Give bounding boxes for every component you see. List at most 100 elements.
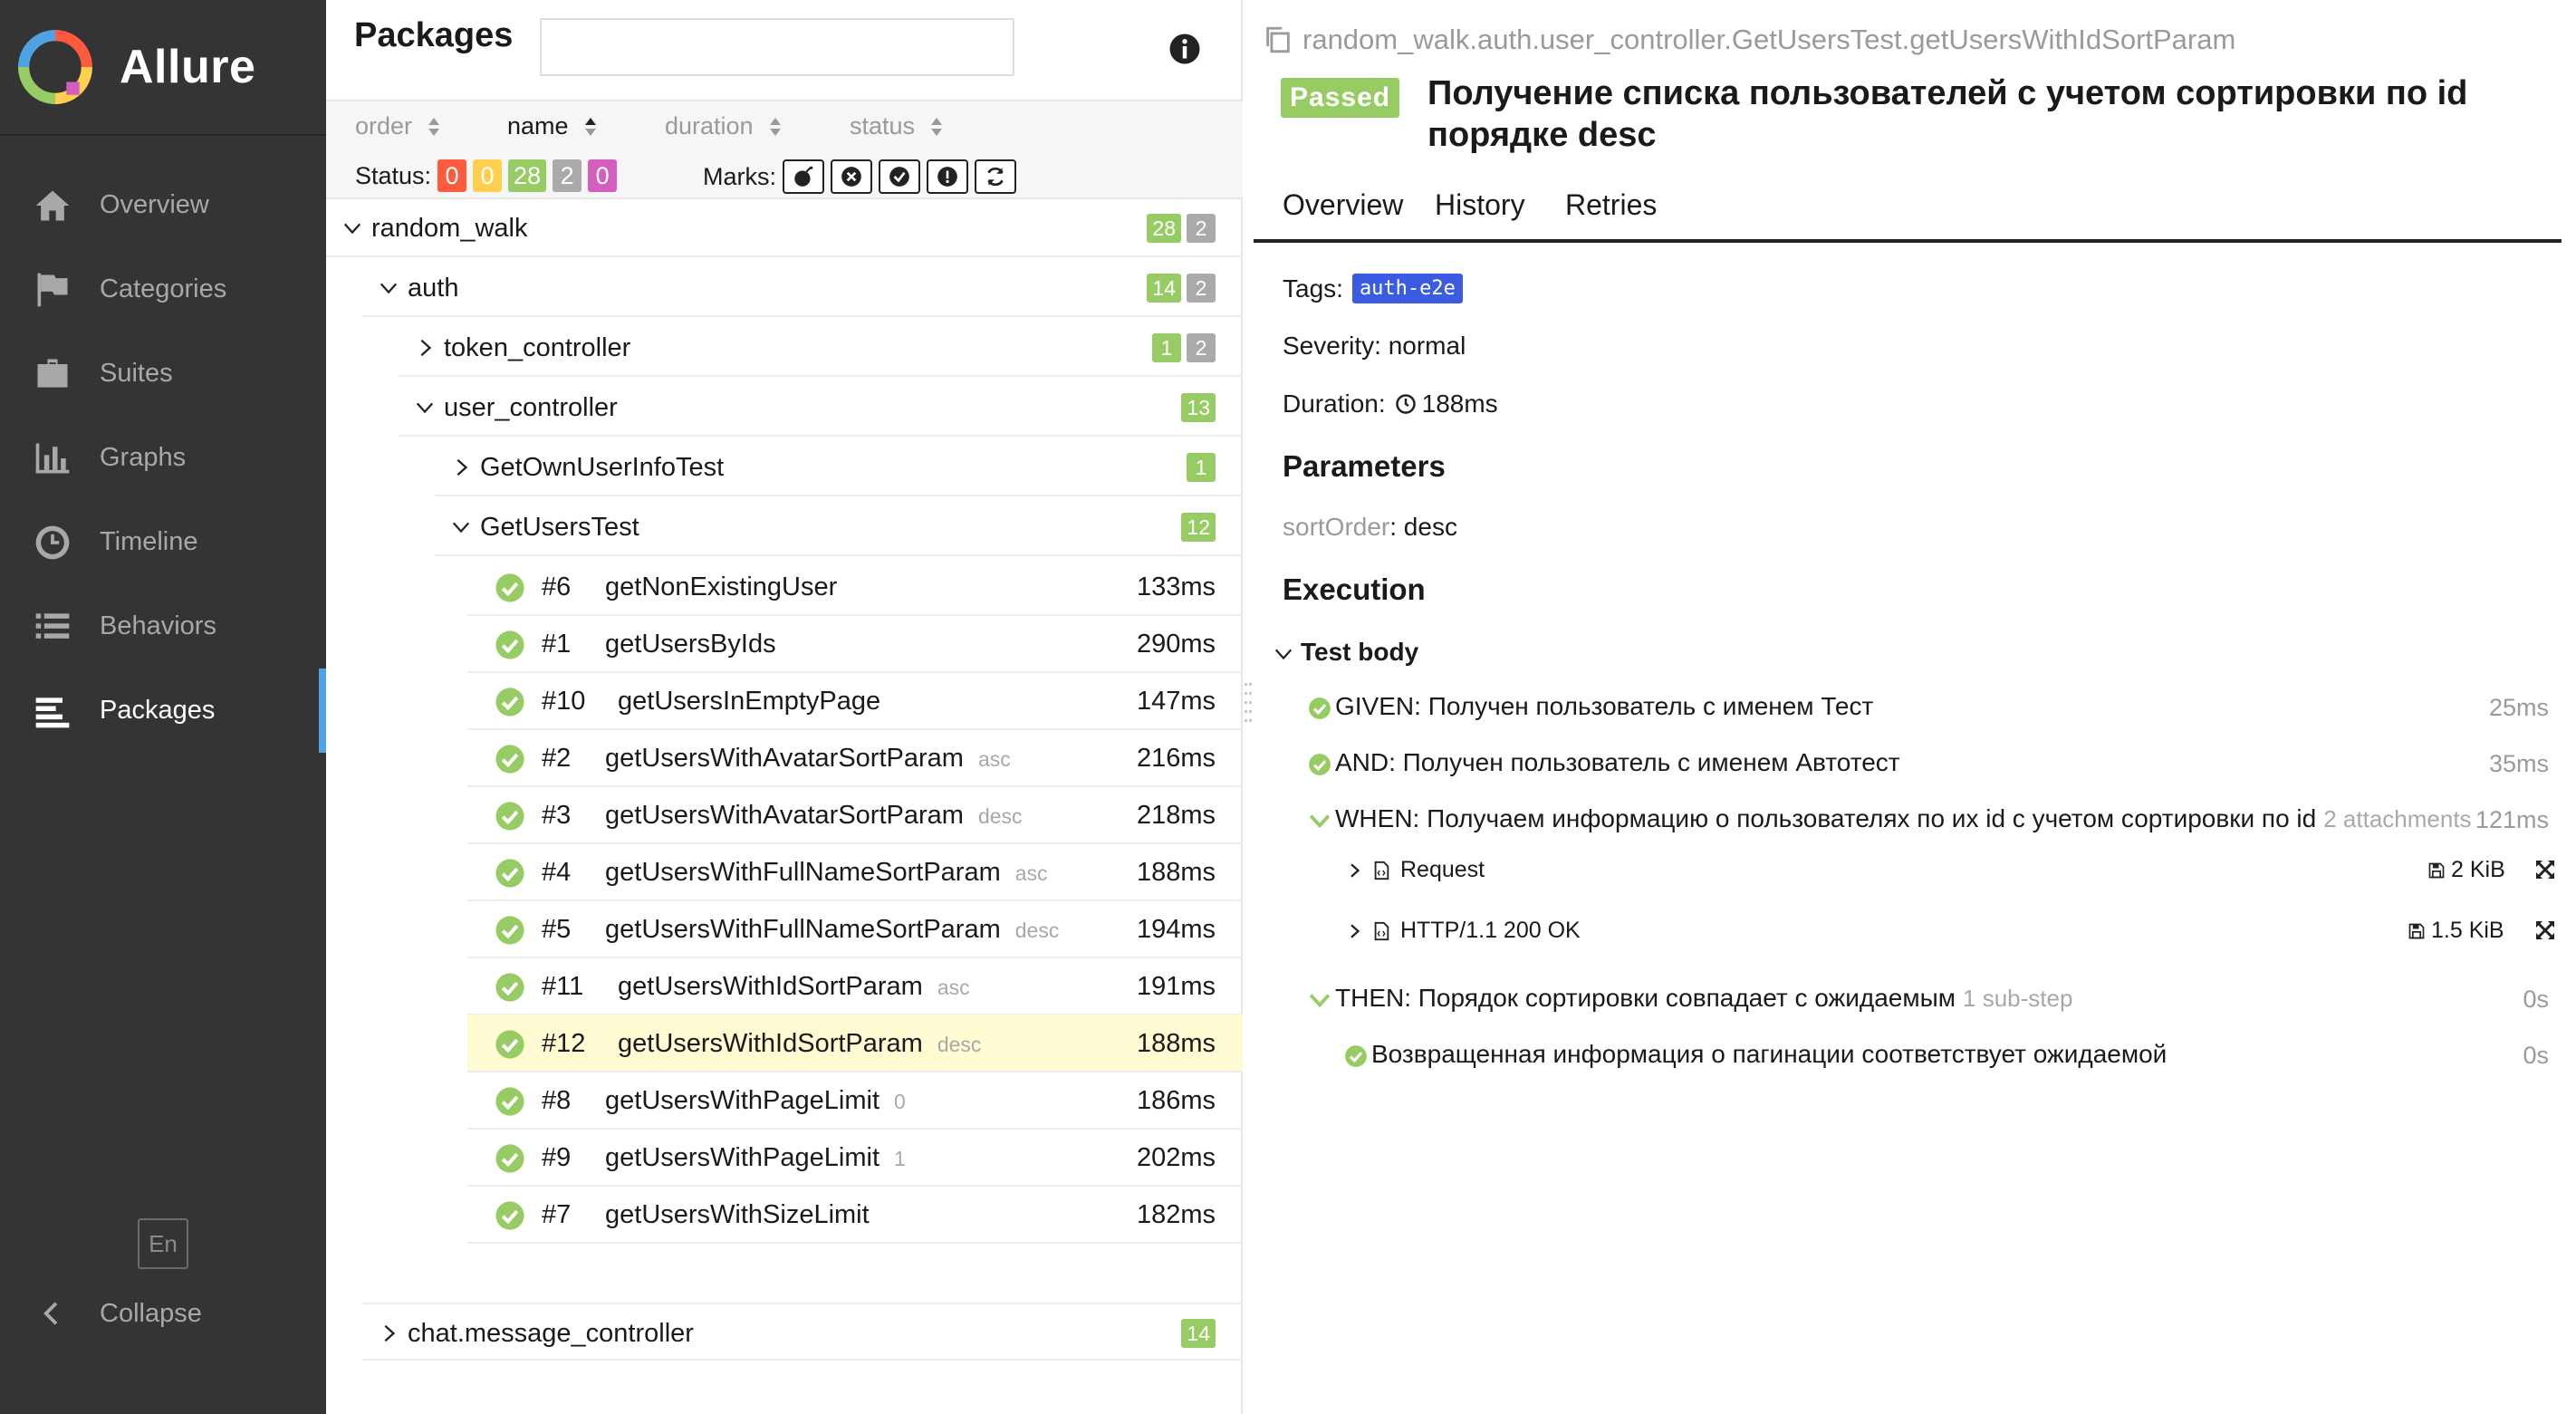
mark-new-broken-toggle[interactable] bbox=[831, 159, 872, 194]
tree-group-chat-message-controller[interactable]: chat.message_controller 14 bbox=[362, 1303, 1243, 1361]
passed-status-icon bbox=[495, 745, 524, 774]
tab-history[interactable]: History bbox=[1435, 188, 1525, 222]
group-name: GetUsersTest bbox=[480, 513, 639, 542]
test-number: #7 bbox=[542, 1200, 572, 1229]
nav-categories[interactable]: Categories bbox=[0, 247, 326, 332]
test-row[interactable]: #2 getUsersWithAvatarSortParam asc 216ms bbox=[467, 729, 1243, 787]
tab-overview[interactable]: Overview bbox=[1283, 188, 1403, 222]
sort-by-name[interactable]: name bbox=[507, 112, 598, 140]
test-row[interactable]: #5 getUsersWithFullNameSortParam desc 194… bbox=[467, 900, 1243, 958]
tag-badge[interactable]: auth-e2e bbox=[1351, 274, 1463, 303]
copy-icon[interactable] bbox=[1263, 24, 1293, 55]
test-duration: 202ms bbox=[1136, 1143, 1216, 1172]
test-name: getUsersWithFullNameSortParam desc bbox=[605, 915, 1059, 945]
test-row[interactable]: #4 getUsersWithFullNameSortParam asc 188m… bbox=[467, 843, 1243, 901]
nav-packages[interactable]: Packages bbox=[0, 669, 326, 753]
chevron-right-icon bbox=[420, 339, 432, 357]
nav-overview[interactable]: Overview bbox=[0, 163, 326, 247]
nav-behaviors[interactable]: Behaviors bbox=[0, 584, 326, 669]
test-row-selected[interactable]: #12 getUsersWithIdSortParam desc 188ms bbox=[467, 1015, 1243, 1073]
test-number: #11 bbox=[542, 972, 584, 1001]
tree-group-token-controller[interactable]: token_controller 1 2 bbox=[399, 319, 1243, 377]
failed-filter-toggle[interactable]: 0 bbox=[437, 159, 467, 192]
tree-group-get-users-test[interactable]: GetUsersTest 12 bbox=[435, 498, 1243, 556]
test-number: #3 bbox=[542, 801, 572, 830]
step-given[interactable]: GIVEN: Получен пользователь с именем Тес… bbox=[1308, 692, 1873, 721]
group-name: GetOwnUserInfoTest bbox=[480, 453, 725, 482]
mark-flaky-toggle[interactable] bbox=[927, 159, 968, 194]
attachment-size-value: 2 KiB bbox=[2451, 857, 2505, 882]
attachment-request[interactable]: Request bbox=[1346, 857, 1485, 883]
test-name-text: getUsersWithSizeLimit bbox=[605, 1200, 870, 1229]
test-name: getUsersWithSizeLimit bbox=[605, 1200, 884, 1230]
collapse-button[interactable]: Collapse bbox=[0, 1286, 326, 1341]
test-fullname[interactable]: random_walk.auth.user_controller.GetUser… bbox=[1263, 24, 2235, 56]
test-row[interactable]: #9 getUsersWithPageLimit 1 202ms bbox=[467, 1129, 1243, 1187]
test-body-label: Test body bbox=[1301, 638, 1419, 666]
group-stats: 12 bbox=[1176, 513, 1216, 542]
test-name: getUsersWithIdSortParam desc bbox=[618, 1029, 981, 1059]
mark-new-failed-toggle[interactable] bbox=[783, 159, 824, 194]
attachment-response[interactable]: HTTP/1.1 200 OK bbox=[1346, 918, 1581, 944]
test-name: getUsersWithIdSortParam asc bbox=[618, 972, 970, 1002]
passed-count: 1 bbox=[1152, 333, 1181, 362]
passed-status-icon bbox=[495, 1030, 524, 1059]
test-param: asc bbox=[1014, 861, 1048, 885]
test-name-text: getUsersInEmptyPage bbox=[618, 687, 881, 716]
step-then[interactable]: THEN: Порядок сортировки совпадает с ожи… bbox=[1308, 984, 2072, 1013]
test-row[interactable]: #8 getUsersWithPageLimit 0 186ms bbox=[467, 1072, 1243, 1130]
step-duration: 121ms bbox=[2475, 806, 2549, 833]
step-when[interactable]: WHEN: Получаем информацию о пользователя… bbox=[1308, 804, 2472, 833]
sort-by-order[interactable]: order bbox=[355, 112, 441, 140]
attachment-name: HTTP/1.1 200 OK bbox=[1400, 918, 1581, 943]
test-name: getUsersWithFullNameSortParam asc bbox=[605, 858, 1048, 888]
passed-status-icon bbox=[1309, 697, 1331, 719]
mark-retries-toggle[interactable] bbox=[975, 159, 1016, 194]
test-row[interactable]: #6 getNonExistingUser 133ms bbox=[467, 558, 1243, 616]
severity-field: Severity: normal bbox=[1283, 332, 1466, 360]
test-row[interactable]: #1 getUsersByIds 290ms bbox=[467, 615, 1243, 673]
clock-icon bbox=[35, 525, 70, 559]
pane-resize-handle[interactable] bbox=[1243, 679, 1254, 734]
save-icon bbox=[2408, 923, 2425, 938]
test-name: getUsersByIds bbox=[605, 630, 791, 659]
unknown-filter-toggle[interactable]: 0 bbox=[588, 159, 618, 192]
broken-filter-toggle[interactable]: 0 bbox=[473, 159, 503, 192]
tree-group-auth[interactable]: auth 14 2 bbox=[362, 259, 1243, 317]
step-substep[interactable]: Возвращенная информация о пагинации соот… bbox=[1344, 1040, 2167, 1069]
test-param: asc bbox=[977, 747, 1011, 771]
test-duration: 290ms bbox=[1136, 630, 1216, 659]
chevron-down-icon bbox=[452, 522, 470, 534]
mark-new-passed-toggle[interactable] bbox=[879, 159, 920, 194]
expand-icon[interactable] bbox=[2534, 859, 2556, 880]
skipped-filter-toggle[interactable]: 2 bbox=[553, 159, 582, 192]
tab-retries[interactable]: Retries bbox=[1565, 188, 1657, 222]
test-row[interactable]: #11 getUsersWithIdSortParam asc 191ms bbox=[467, 957, 1243, 1015]
bar-chart-icon bbox=[35, 443, 70, 473]
test-row[interactable]: #7 getUsersWithSizeLimit 182ms bbox=[467, 1186, 1243, 1244]
nav-timeline[interactable]: Timeline bbox=[0, 500, 326, 584]
language-switch-button[interactable]: En bbox=[138, 1218, 188, 1269]
group-name: auth bbox=[408, 274, 459, 303]
sort-by-duration[interactable]: duration bbox=[665, 112, 783, 140]
test-row[interactable]: #10 getUsersInEmptyPage 147ms bbox=[467, 672, 1243, 730]
search-input[interactable] bbox=[540, 18, 1014, 76]
tree-group-get-own-user-info-test[interactable]: GetOwnUserInfoTest 1 bbox=[435, 438, 1243, 496]
nav-graphs[interactable]: Graphs bbox=[0, 416, 326, 500]
sort-label: duration bbox=[665, 112, 754, 139]
info-icon[interactable] bbox=[1168, 33, 1201, 65]
step-and[interactable]: AND: Получен пользователь с именем Автот… bbox=[1308, 748, 1900, 777]
test-number: #9 bbox=[542, 1143, 572, 1172]
tree-group-user-controller[interactable]: user_controller 13 bbox=[399, 379, 1243, 437]
nav-suites[interactable]: Suites bbox=[0, 332, 326, 416]
test-row[interactable]: #3 getUsersWithAvatarSortParam desc 218ms bbox=[467, 786, 1243, 844]
marks-label: Marks: bbox=[703, 162, 776, 190]
step-duration: 25ms bbox=[2488, 694, 2549, 721]
tree-group-random-walk[interactable]: random_walk 28 2 bbox=[326, 199, 1243, 257]
test-body-toggle[interactable]: Test body bbox=[1274, 638, 1418, 667]
passed-filter-toggle[interactable]: 28 bbox=[508, 159, 547, 192]
sort-by-status[interactable]: status bbox=[850, 112, 944, 140]
app-logo[interactable]: Allure bbox=[0, 0, 326, 136]
expand-icon[interactable] bbox=[2534, 919, 2556, 941]
nav-label: Suites bbox=[100, 359, 173, 388]
